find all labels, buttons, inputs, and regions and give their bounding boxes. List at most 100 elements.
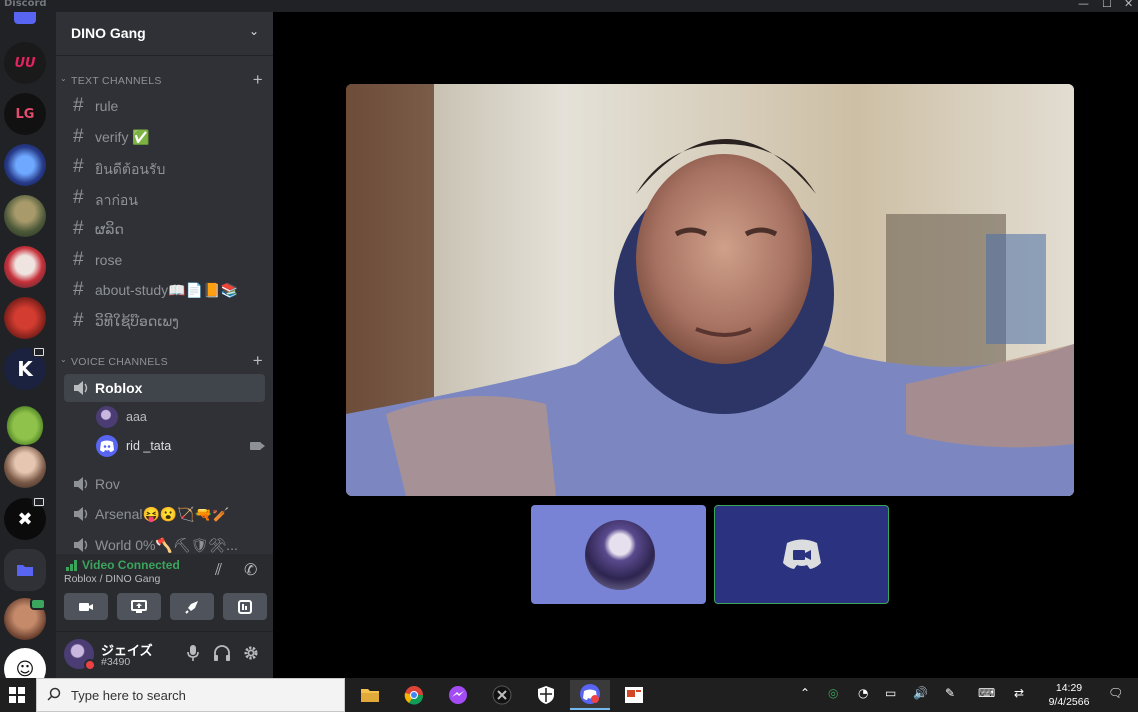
category-text-channels[interactable]: ⌄ TEXT CHANNELS + (60, 70, 269, 90)
tray-app-icon[interactable]: ◎ (828, 686, 838, 700)
minimize-icon[interactable]: — (1078, 0, 1089, 10)
server-icon[interactable] (4, 297, 46, 339)
text-channel[interactable]: # rule (64, 92, 265, 120)
server-header[interactable]: DINO Gang ⌄ (56, 12, 273, 56)
text-channel[interactable]: # ยินดีต้อนรับ (64, 153, 265, 181)
server-name: DINO Gang (71, 25, 146, 41)
chevron-down-icon: ⌄ (248, 24, 259, 38)
voice-user[interactable]: rid _tata (96, 433, 266, 459)
folder-icon (17, 565, 33, 576)
windows-taskbar: Type here to search ⌃ ◎ ◔ ▭ 🔊 ✎ ⌨ ⇄ 14:2… (0, 678, 1138, 712)
shield-icon (538, 686, 554, 704)
language-icon[interactable]: ⇄ (1014, 686, 1024, 700)
text-channel[interactable]: # ຜລິດ (64, 215, 265, 243)
app-icon (492, 685, 512, 705)
home-button[interactable] (14, 12, 36, 24)
add-channel-icon[interactable]: + (253, 70, 263, 90)
soundboard-button[interactable] (223, 593, 267, 620)
server-icon[interactable] (4, 403, 46, 445)
participant-tile-rid-tata[interactable] (714, 505, 889, 604)
windows-logo-icon (9, 687, 25, 703)
security-button[interactable] (526, 680, 566, 710)
search-icon (47, 687, 61, 701)
folder-button[interactable] (4, 549, 46, 591)
server-icon[interactable]: UU (4, 42, 46, 84)
chrome-icon (404, 686, 424, 705)
user-panel: ジェイズ #3490 (56, 632, 273, 678)
camera-icon (250, 442, 261, 450)
discord-logo-icon (783, 539, 821, 569)
avatar[interactable] (64, 639, 96, 671)
text-channel[interactable]: # about-study📖📄📙📚 (64, 276, 265, 304)
speaker-icon (74, 477, 88, 491)
text-channel[interactable]: # ວິທີໃຊ້ບ໊ອດເພງ (64, 307, 265, 335)
webcam-video (346, 84, 1074, 496)
camera-icon (79, 602, 93, 611)
battery-icon[interactable]: ▭ (885, 686, 896, 700)
server-icon[interactable] (4, 446, 46, 488)
server-icon[interactable]: ☺ (4, 648, 46, 678)
server-icon[interactable] (4, 195, 46, 237)
add-channel-icon[interactable]: + (253, 351, 263, 371)
wifi-icon[interactable]: ◔ (858, 686, 868, 700)
text-channel[interactable]: # ลาก่อน (64, 184, 265, 212)
rocket-icon (185, 600, 198, 614)
voice-channel-roblox[interactable]: Roblox (64, 374, 265, 402)
participant-tile-aaa[interactable] (531, 505, 706, 604)
close-icon[interactable]: ✕ (1124, 0, 1133, 10)
screen-share-icon (32, 347, 45, 357)
chevron-down-icon: ⌄ (60, 355, 68, 364)
activity-button[interactable] (170, 593, 214, 620)
server-icon[interactable] (4, 246, 46, 288)
text-channel[interactable]: # rose (64, 246, 265, 274)
voice-channel[interactable]: World 0%🪓⛏🛡⚒... (64, 531, 265, 554)
messenger-button[interactable] (438, 680, 478, 710)
notifications-icon[interactable]: 🗨 (1108, 686, 1123, 700)
voice-channel[interactable]: Arsenal😝😮🏹🔫🏏 (64, 500, 265, 528)
app-button[interactable] (482, 680, 522, 710)
live-badge (30, 598, 46, 610)
server-rail: UU LG K ✖ ☺ (0, 12, 56, 678)
speaker-icon (74, 507, 88, 521)
discord-taskbar-button[interactable] (570, 680, 610, 710)
text-channel[interactable]: # verify ✅ (64, 123, 265, 151)
voice-channel[interactable]: Rov (64, 470, 265, 498)
camera-button[interactable] (64, 593, 108, 620)
user-tag: #3490 (101, 656, 131, 668)
avatar (96, 435, 118, 457)
chevron-down-icon: ⌄ (60, 74, 68, 83)
start-button[interactable] (0, 678, 34, 712)
gear-icon[interactable] (242, 644, 260, 666)
folder-icon (361, 689, 379, 702)
speaker-icon (74, 381, 88, 395)
video-feed[interactable] (346, 84, 1074, 496)
chrome-button[interactable] (394, 680, 434, 710)
screen-share-button[interactable] (117, 593, 161, 620)
voice-connection-panel: Video Connected Roblox / DINO Gang ⫽ ✆ (56, 554, 273, 632)
disconnect-icon[interactable]: ✆ (244, 560, 257, 579)
clock[interactable]: 14:29 9/4/2566 (1040, 681, 1098, 709)
voice-user[interactable]: aaa (96, 404, 266, 430)
server-icon[interactable]: LG (4, 93, 46, 135)
chevron-up-icon[interactable]: ⌃ (800, 686, 810, 700)
hash-icon: # (73, 279, 84, 300)
hash-icon: # (73, 187, 84, 208)
category-voice-channels[interactable]: ⌄ VOICE CHANNELS + (60, 351, 269, 371)
headphones-icon[interactable] (213, 644, 231, 666)
hash-icon: # (73, 156, 84, 177)
microphone-icon[interactable] (186, 644, 200, 666)
server-icon[interactable] (4, 144, 46, 186)
clock-time: 14:29 (1055, 682, 1083, 694)
connection-status[interactable]: Video Connected (82, 558, 180, 572)
screen-share-icon (131, 599, 147, 613)
powerpoint-button[interactable] (614, 680, 654, 710)
pen-icon[interactable]: ✎ (945, 686, 955, 700)
maximize-icon[interactable]: ☐ (1102, 0, 1112, 10)
video-stage (273, 12, 1138, 678)
file-explorer-button[interactable] (350, 680, 390, 710)
noise-suppression-icon[interactable]: ⫽ (215, 560, 222, 580)
connection-location: Roblox / DINO Gang (64, 573, 161, 585)
taskbar-search[interactable]: Type here to search (36, 678, 345, 712)
volume-icon[interactable]: 🔊 (913, 686, 928, 700)
keyboard-icon[interactable]: ⌨ (978, 686, 995, 700)
